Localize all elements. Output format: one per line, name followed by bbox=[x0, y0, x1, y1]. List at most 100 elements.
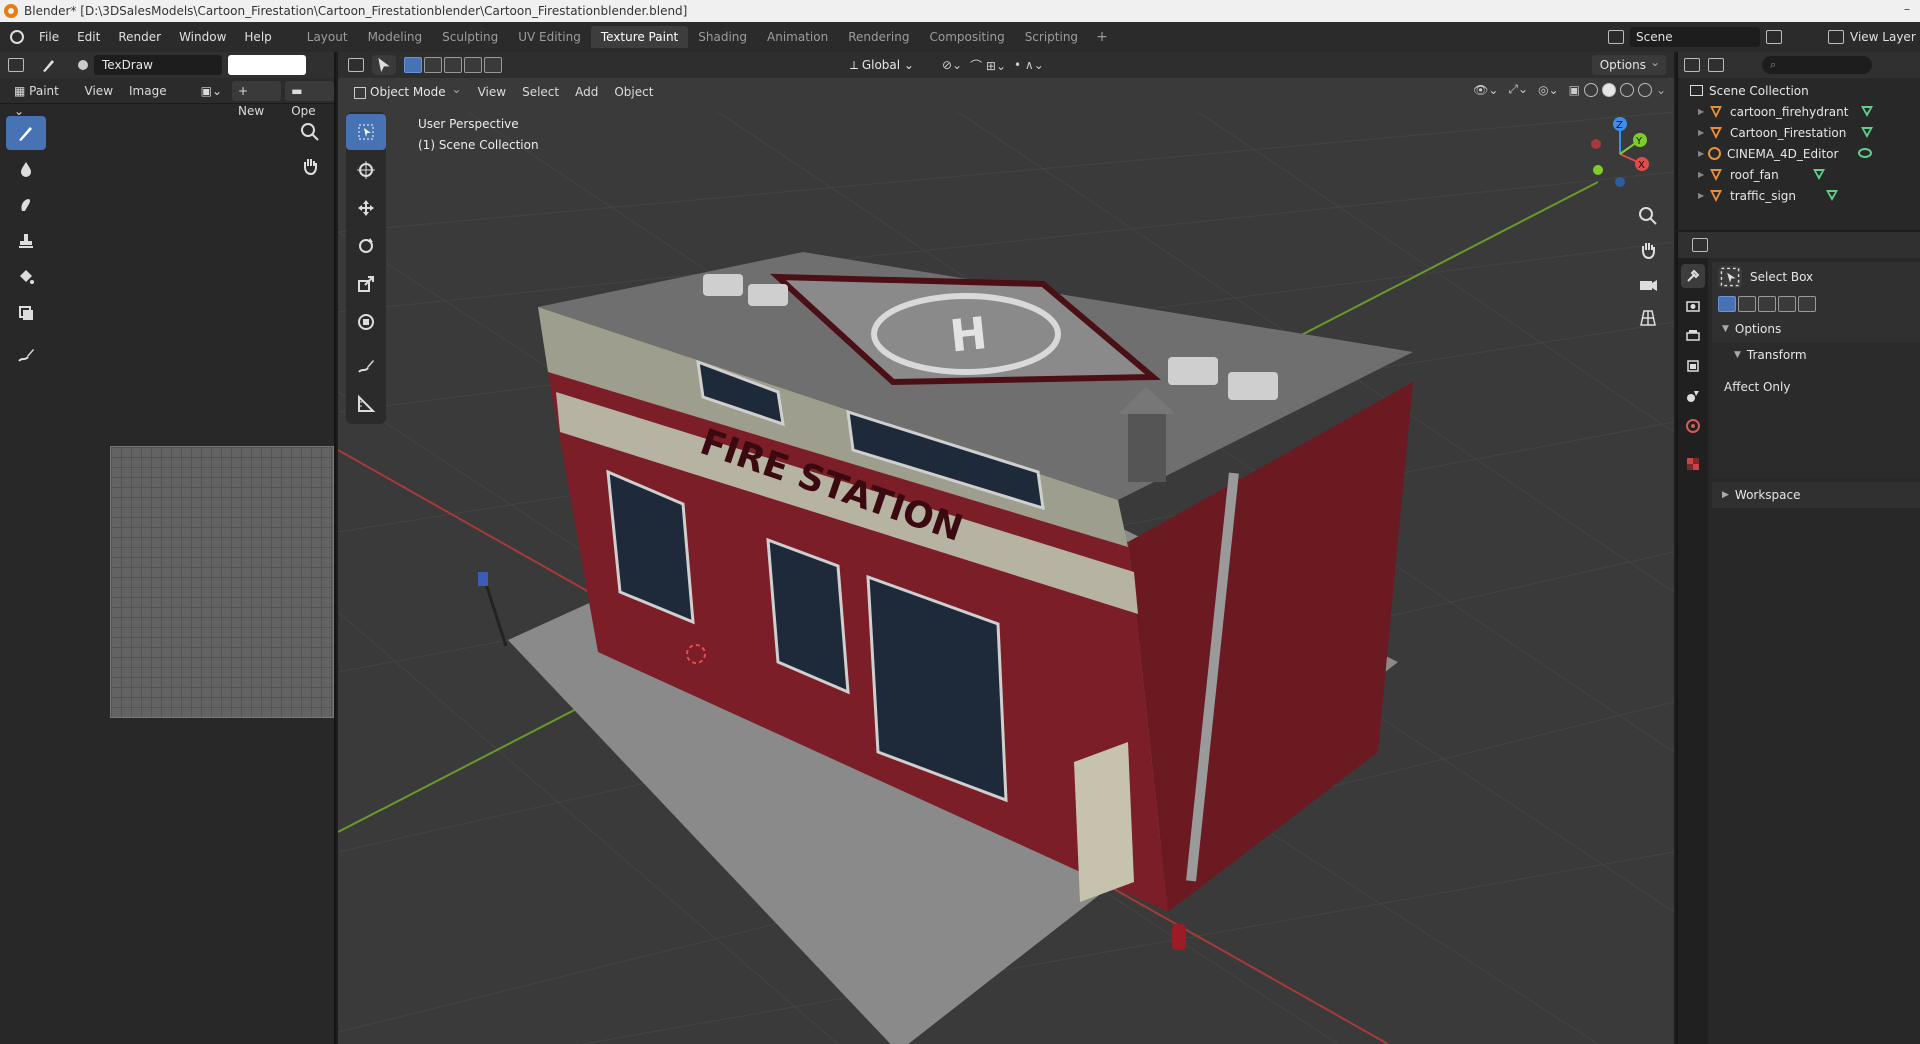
viewport-menu-view[interactable]: View bbox=[472, 82, 512, 102]
transform-subsection-header[interactable]: ▼ Transform bbox=[1712, 342, 1920, 368]
tab-world[interactable] bbox=[1681, 414, 1705, 438]
tab-scene[interactable] bbox=[1681, 384, 1705, 408]
outliner-search-icon[interactable]: ⌕ bbox=[1762, 56, 1872, 74]
zoom-icon[interactable] bbox=[296, 118, 324, 146]
mesh-data-icon[interactable] bbox=[1861, 127, 1873, 138]
outliner-item-traffic-sign[interactable]: ▶ traffic_sign bbox=[1678, 185, 1920, 206]
blender-menu-icon[interactable] bbox=[4, 26, 30, 48]
group-data-icon[interactable] bbox=[1858, 148, 1872, 158]
outliner-item-cartoon-firehydrant[interactable]: ▶ cartoon_firehydrant bbox=[1678, 101, 1920, 122]
editor-type-icon[interactable] bbox=[8, 58, 24, 72]
scene-name-field[interactable]: Scene bbox=[1630, 27, 1760, 47]
pivot-icon[interactable]: ⊘⌄ bbox=[942, 58, 962, 72]
measure-tool[interactable] bbox=[346, 386, 386, 422]
shading-options-icon[interactable]: ⌄ bbox=[1656, 83, 1666, 97]
mode-new-icon[interactable] bbox=[1718, 296, 1736, 312]
wireframe-shading-icon[interactable] bbox=[1583, 82, 1598, 97]
mode-intersect-icon[interactable] bbox=[484, 57, 502, 73]
brush-color-swatch[interactable] bbox=[228, 55, 306, 75]
expand-triangle-icon[interactable]: ▶ bbox=[1698, 149, 1708, 158]
mode-intersect-icon[interactable] bbox=[1798, 296, 1816, 312]
mask-tool[interactable] bbox=[6, 296, 46, 330]
expand-triangle-icon[interactable]: ▶ bbox=[1698, 191, 1708, 200]
expand-triangle-icon[interactable]: ▶ bbox=[1698, 107, 1708, 116]
outliner-item-cinema-4d-editor[interactable]: ▶ CINEMA_4D_Editor bbox=[1678, 143, 1920, 164]
pan-hand-icon[interactable] bbox=[296, 152, 324, 180]
paint-mode-select[interactable]: ▦ Paint ⌄ bbox=[8, 81, 75, 118]
viewport-menu-object[interactable]: Object bbox=[608, 82, 659, 102]
move-tool[interactable] bbox=[346, 190, 386, 226]
new-image-button[interactable]: + New bbox=[232, 80, 282, 118]
tab-modeling[interactable]: Modeling bbox=[358, 26, 433, 48]
3d-viewport[interactable]: H FIRE STATION ⟂ Global ⌄ ⊘⌄ ⌒ ⊞⌄ • ∧⌄ O… bbox=[338, 52, 1674, 1044]
xray-icon[interactable]: ▣ bbox=[1569, 83, 1580, 97]
rotate-tool[interactable] bbox=[346, 228, 386, 264]
transform-orientation-select[interactable]: ⟂ Global ⌄ bbox=[830, 58, 934, 73]
outliner-item-cartoon-firestation[interactable]: ▶ Cartoon_Firestation bbox=[1678, 122, 1920, 143]
minimize-button[interactable]: – bbox=[1904, 2, 1910, 16]
expand-triangle-icon[interactable]: ▶ bbox=[1698, 128, 1708, 137]
viewport-menu-add[interactable]: Add bbox=[569, 82, 604, 102]
visibility-icon[interactable]: 👁⌄ bbox=[1473, 83, 1498, 97]
options-dropdown[interactable]: Options bbox=[1591, 52, 1666, 75]
tab-texture-paint[interactable]: Texture Paint bbox=[590, 26, 689, 48]
draw-tool[interactable] bbox=[6, 116, 46, 150]
tab-layout[interactable]: Layout bbox=[297, 26, 358, 48]
tab-compositing[interactable]: Compositing bbox=[919, 26, 1014, 48]
soften-tool[interactable] bbox=[6, 152, 46, 186]
mesh-data-icon[interactable] bbox=[1813, 169, 1825, 180]
tab-shading[interactable]: Shading bbox=[688, 26, 757, 48]
navigation-gizmo[interactable]: Z X Y bbox=[1580, 114, 1660, 194]
annotate-tool[interactable] bbox=[6, 338, 46, 372]
tab-tool[interactable] bbox=[1681, 264, 1705, 288]
smear-tool[interactable] bbox=[6, 188, 46, 222]
new-scene-icon[interactable] bbox=[1766, 30, 1782, 44]
editor-type-icon[interactable] bbox=[1692, 238, 1708, 252]
annotate-tool-3d[interactable] bbox=[346, 348, 386, 384]
rendered-shading-icon[interactable] bbox=[1637, 82, 1652, 97]
cursor-tool[interactable] bbox=[346, 152, 386, 188]
menu-window[interactable]: Window bbox=[170, 26, 235, 48]
select-tool[interactable] bbox=[346, 114, 386, 150]
view-layer-name[interactable]: View Layer bbox=[1850, 30, 1920, 44]
tab-rendering[interactable]: Rendering bbox=[838, 26, 919, 48]
options-section-header[interactable]: ▼ Options bbox=[1712, 316, 1920, 342]
view-layer-icon[interactable] bbox=[1828, 30, 1844, 44]
tab-render[interactable] bbox=[1681, 294, 1705, 318]
material-shading-icon[interactable] bbox=[1619, 82, 1634, 97]
menu-help[interactable]: Help bbox=[235, 26, 280, 48]
selection-mode-buttons[interactable] bbox=[404, 57, 502, 73]
open-image-button[interactable]: ▬ Ope bbox=[285, 80, 334, 118]
proportional-edit-icon[interactable]: • ∧⌄ bbox=[1014, 58, 1044, 72]
workspace-section-header[interactable]: ▶ Workspace bbox=[1712, 482, 1920, 508]
mode-invert-icon[interactable] bbox=[1778, 296, 1796, 312]
add-workspace-button[interactable]: + bbox=[1088, 26, 1116, 48]
scene-collection-row[interactable]: Scene Collection bbox=[1678, 80, 1920, 101]
solid-shading-icon[interactable] bbox=[1601, 82, 1616, 97]
mesh-data-icon[interactable] bbox=[1861, 106, 1873, 117]
menu-image[interactable]: Image bbox=[123, 81, 173, 101]
scale-tool[interactable] bbox=[346, 266, 386, 302]
brush-icon[interactable] bbox=[40, 56, 58, 74]
menu-view[interactable]: View bbox=[79, 81, 119, 101]
tab-animation[interactable]: Animation bbox=[757, 26, 838, 48]
viewport-menu-select[interactable]: Select bbox=[516, 82, 565, 102]
clone-tool[interactable] bbox=[6, 224, 46, 258]
scene-icon[interactable] bbox=[1608, 30, 1624, 44]
snap-icon[interactable]: ⌒ ⊞⌄ bbox=[970, 57, 1006, 74]
uv-image-canvas[interactable] bbox=[110, 446, 334, 718]
interaction-mode-select[interactable]: Object Mode bbox=[348, 79, 468, 102]
fill-tool[interactable] bbox=[6, 260, 46, 294]
tab-view-layer[interactable] bbox=[1681, 354, 1705, 378]
mode-extend-icon[interactable] bbox=[1738, 296, 1756, 312]
tab-uv-editing[interactable]: UV Editing bbox=[508, 26, 591, 48]
mode-subtract-icon[interactable] bbox=[1758, 296, 1776, 312]
mode-new-icon[interactable] bbox=[404, 57, 422, 73]
gizmo-toggle-icon[interactable]: ⤢⌄ bbox=[1508, 82, 1528, 97]
select-box-icon[interactable] bbox=[1718, 266, 1742, 288]
editor-type-icon[interactable] bbox=[348, 58, 364, 72]
zoom-icon[interactable] bbox=[1634, 202, 1662, 230]
tab-scripting[interactable]: Scripting bbox=[1015, 26, 1088, 48]
menu-render[interactable]: Render bbox=[109, 26, 170, 48]
pan-hand-icon[interactable] bbox=[1634, 236, 1662, 264]
